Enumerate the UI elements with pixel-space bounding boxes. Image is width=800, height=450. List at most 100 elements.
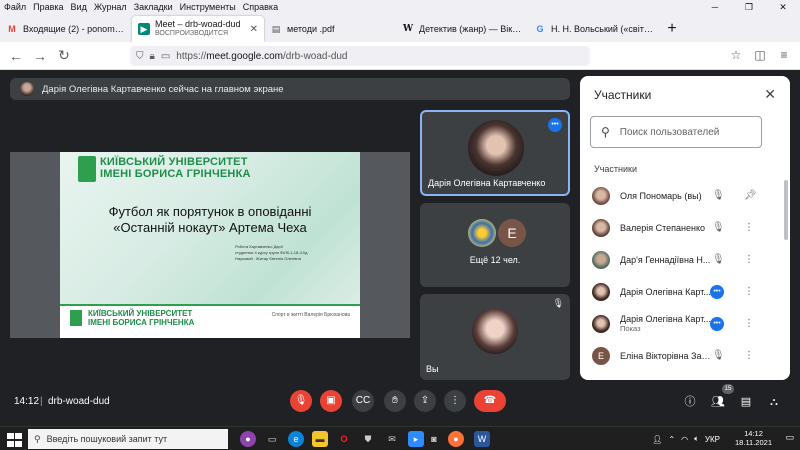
tab-meet[interactable]: ▶ Meet – drb-woad-dud ВОСПРОИЗВОДИТСЯ ✕ (132, 16, 264, 42)
zoom-icon[interactable]: ▸ (408, 431, 424, 447)
camera-toggle-button[interactable]: ▣ (320, 390, 342, 412)
speaking-indicator-icon: ••• (710, 285, 724, 299)
participant-tile-self[interactable]: 🎙︎ Вы (420, 294, 570, 380)
file-explorer-icon[interactable]: ▬ (312, 431, 328, 447)
back-icon[interactable]: ← (4, 48, 28, 64)
mic-off-icon: 🎙︎ (552, 298, 564, 308)
slide-info: Робота Картавченко Дарії студентки 4 кур… (235, 244, 308, 261)
leave-call-button[interactable]: ☎︎ (474, 390, 506, 412)
avatar (20, 82, 34, 96)
menu-file[interactable]: Файл (4, 2, 26, 12)
taskbar-time: 14:12 (744, 429, 763, 438)
mic-off-icon: 🎙︎ (712, 350, 725, 361)
menu-history[interactable]: Журнал (94, 2, 127, 12)
more-vert-icon[interactable]: ⋮ (744, 318, 754, 329)
avatar-letter: Е (498, 219, 526, 247)
mic-off-icon: 🎙︎ (712, 254, 725, 265)
menu-edit[interactable]: Правка (33, 2, 63, 12)
mic-toggle-button[interactable]: 🎙︎ (290, 390, 312, 412)
network-icon[interactable]: ◠ (681, 435, 688, 444)
more-options-button[interactable]: ⋮ (444, 390, 466, 412)
volume-icon[interactable]: 🔈︎ (694, 434, 699, 444)
pin-icon[interactable]: 📌︎ (744, 190, 757, 201)
camera-icon[interactable]: ▭ (161, 51, 170, 62)
present-button[interactable]: ⇪ (414, 390, 436, 412)
meeting-time: 14:12 (14, 396, 40, 407)
tab-label: Детектив (жанр) — Вікіпедія (419, 24, 522, 34)
participant-tile-presenter[interactable]: ••• Дарія Олегівна Картавченко (420, 110, 570, 196)
show-hidden-icons-icon[interactable]: ⌃ (668, 435, 675, 444)
tab-wikipedia[interactable]: W Детектив (жанр) — Вікіпедія (396, 16, 528, 42)
scrollbar[interactable] (784, 180, 788, 240)
menu-tools[interactable]: Инструменты (180, 2, 236, 12)
people-tray-icon[interactable]: 👤︎ (652, 435, 662, 444)
forward-icon[interactable]: → (28, 48, 52, 64)
more-vert-icon[interactable]: ⋮ (744, 254, 754, 265)
tab-label: Входящие (2) - ponomar.olka (23, 24, 126, 34)
close-icon[interactable]: ✕ (764, 86, 776, 103)
edge-icon[interactable]: e (288, 431, 304, 447)
university-logo-icon (78, 156, 96, 182)
list-item[interactable]: Валерія Степаненко 🎙︎ ⋮ (580, 212, 780, 244)
avatar (592, 219, 610, 237)
tab-gmail[interactable]: M Входящие (2) - ponomar.olka (0, 16, 132, 42)
chat-icon[interactable]: ▤ (736, 392, 756, 412)
task-view-icon[interactable]: ▭ (264, 431, 280, 447)
tab-playing-label: ВОСПРОИЗВОДИТСЯ (155, 30, 229, 37)
mail-icon[interactable]: ✉ (384, 431, 400, 447)
list-item[interactable]: Дар'я Геннадіївна Н... 🎙︎ ⋮ (580, 244, 780, 276)
avatar (472, 308, 518, 354)
activities-icon[interactable]: ⛬ (764, 392, 784, 412)
cortana-icon[interactable]: ● (240, 431, 256, 447)
presentation-screen[interactable]: КИЇВСЬКИЙ УНІВЕРСИТЕТ ІМЕНІ БОРИСА ГРІНЧ… (10, 152, 410, 338)
opera-icon[interactable]: O (336, 431, 352, 447)
taskbar-clock[interactable]: 14:12 18.11.2021 (735, 429, 772, 447)
store-icon[interactable]: ⛊ (360, 431, 376, 447)
google-icon: G (536, 24, 544, 34)
tab-pdf[interactable]: ▤ методи .pdf (264, 16, 396, 42)
more-vert-icon[interactable]: ⋮ (744, 222, 754, 233)
taskbar: ⚲ Введіть пошуковий запит тут ● ▭ e ▬ O … (0, 426, 800, 450)
minimize-icon[interactable]: ─ (698, 0, 732, 14)
more-vert-icon[interactable]: ⋮ (744, 350, 754, 361)
participant-tile-others[interactable]: Е Ещё 12 чел. (420, 203, 570, 287)
info-icon[interactable]: ⓘ (680, 392, 700, 412)
lock-icon[interactable]: 🔒︎ (150, 51, 155, 62)
word-icon[interactable]: W (474, 431, 490, 447)
people-icon[interactable]: 👥︎ (708, 392, 728, 412)
gmail-icon: M (8, 24, 16, 34)
new-tab-icon[interactable]: + (660, 16, 684, 42)
taskbar-search-input[interactable]: ⚲ Введіть пошуковий запит тут (28, 429, 228, 449)
more-participants-label: Ещё 12 чел. (469, 255, 521, 265)
shield-icon[interactable]: ⛉ (136, 51, 144, 62)
camera-app-icon[interactable]: ◙ (426, 431, 442, 447)
close-window-icon[interactable]: ✕ (766, 0, 800, 14)
menu-help[interactable]: Справка (243, 2, 278, 12)
captions-button[interactable]: CC (352, 390, 374, 412)
wikipedia-icon: W (402, 24, 414, 34)
raise-hand-button[interactable]: ✋︎ (384, 390, 406, 412)
menu-hamburger-icon[interactable]: ≡ (772, 48, 796, 62)
tab-google[interactable]: G Н. Н. Вольський («світ детекти (528, 16, 660, 42)
firefox-icon[interactable]: ● (448, 431, 464, 447)
close-tab-icon[interactable]: ✕ (250, 24, 258, 35)
list-item[interactable]: Дарія Олегівна Карт... Показ ••• ⋮ (580, 308, 780, 340)
list-item[interactable]: Е Еліна Вікторівна Зад... 🎙︎ ⋮ (580, 340, 780, 372)
list-item[interactable]: Дарія Олегівна Карт... ••• ⋮ (580, 276, 780, 308)
bookmark-star-icon[interactable]: ☆ (724, 48, 748, 62)
notifications-icon[interactable]: ▭ (785, 432, 794, 443)
menu-view[interactable]: Вид (71, 2, 87, 12)
more-vert-icon[interactable]: ⋮ (744, 286, 754, 297)
restore-icon[interactable]: ❐ (732, 0, 766, 14)
avatar (592, 315, 610, 333)
url-bar[interactable]: ⛉ 🔒︎ ▭ https:// meet.google.com /drb-woa… (130, 46, 590, 66)
menu-bookmarks[interactable]: Закладки (134, 2, 173, 12)
list-item[interactable]: Оля Пономарь (вы) 🎙︎ 📌︎ (580, 180, 780, 212)
search-input[interactable]: ⚲ Поиск пользователей (590, 116, 762, 148)
avatar-letter: Е (592, 347, 610, 365)
pocket-icon[interactable]: ◫ (748, 48, 772, 62)
avatar (592, 283, 610, 301)
windows-start-icon[interactable] (2, 430, 24, 448)
reload-icon[interactable]: ↻ (52, 47, 76, 64)
language-indicator[interactable]: УКР (705, 435, 720, 444)
